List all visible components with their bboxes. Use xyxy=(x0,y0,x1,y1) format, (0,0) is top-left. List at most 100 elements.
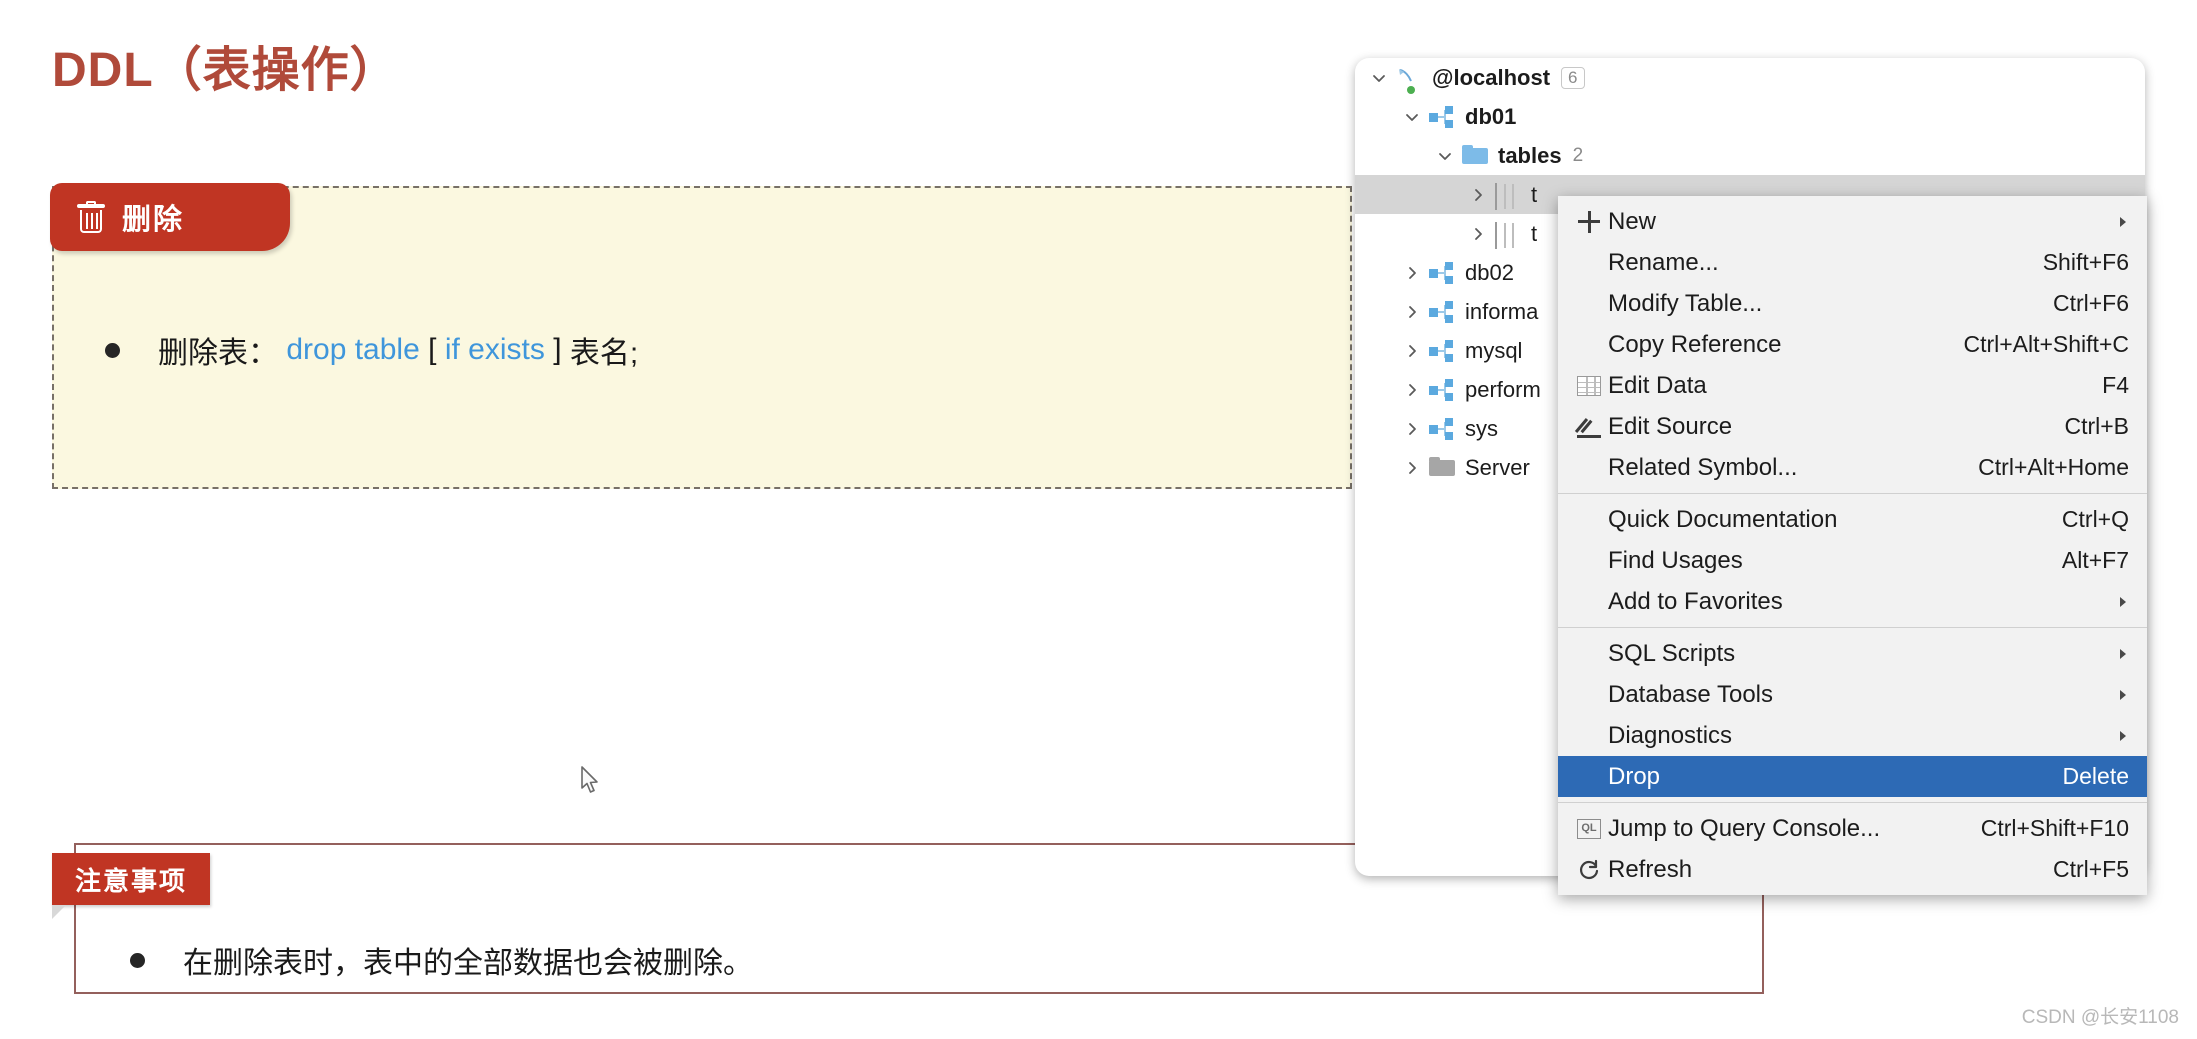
table-icon xyxy=(1570,375,1608,396)
menu-item-new[interactable]: New xyxy=(1558,201,2147,242)
menu-item-shortcut: Ctrl+F5 xyxy=(2052,856,2129,882)
menu-item-rename[interactable]: Rename... Shift+F6 xyxy=(1558,242,2147,283)
menu-item-shortcut: Shift+F6 xyxy=(2042,249,2129,275)
menu-item-label: Copy Reference xyxy=(1608,330,1782,358)
mouse-cursor-icon xyxy=(581,766,598,793)
note-bullet-text: 在删除表时，表中的全部数据也会被删除。 xyxy=(183,947,753,980)
chevron-down-icon[interactable] xyxy=(1402,107,1422,127)
menu-item-find-usages[interactable]: Find Usages Alt+F7 xyxy=(1558,540,2147,581)
syntax-prefix: 删除表： xyxy=(158,337,278,370)
menu-item-shortcut: Ctrl+Alt+Shift+C xyxy=(1963,331,2129,357)
menu-item-label: Add to Favorites xyxy=(1608,587,1783,615)
trash-icon xyxy=(76,200,106,234)
bullet-dot xyxy=(130,952,145,968)
menu-item-label: Diagnostics xyxy=(1608,721,1733,749)
menu-item-label: Drop xyxy=(1608,762,1661,790)
tree-row[interactable]: @localhost 6 xyxy=(1355,58,2145,97)
page-title: DDL（表操作） xyxy=(52,44,399,97)
menu-item-shortcut: F4 xyxy=(2102,372,2129,398)
menu-item-modify-table[interactable]: Modify Table... Ctrl+F6 xyxy=(1558,283,2147,324)
context-menu[interactable]: New Rename... Shift+F6 Modify Table... Ctrl+… xyxy=(1558,196,2147,895)
chevron-right-icon[interactable] xyxy=(1468,185,1488,205)
menu-item-label: New xyxy=(1608,207,1657,235)
chevron-right-icon[interactable] xyxy=(1402,458,1422,478)
tree-row-count: 6 xyxy=(1561,66,1585,89)
menu-item-edit-data[interactable]: Edit Data F4 xyxy=(1558,365,2147,406)
chevron-down-icon[interactable] xyxy=(1369,68,1389,88)
menu-item-quick-documentation[interactable]: Quick Documentation Ctrl+Q xyxy=(1558,499,2147,540)
menu-item-shortcut: Ctrl+Shift+F10 xyxy=(1980,815,2129,841)
tree-row-label: sys xyxy=(1465,415,1498,441)
table-icon xyxy=(1495,182,1520,210)
tree-row-label: mysql xyxy=(1465,337,1523,363)
tree-row[interactable]: db01 xyxy=(1355,97,2145,136)
menu-item-label: Edit Source xyxy=(1608,412,1733,440)
tree-row-label: @localhost xyxy=(1432,64,1551,90)
note-card-ribbon: 注意事项 xyxy=(52,853,210,919)
chevron-down-icon[interactable] xyxy=(1435,146,1455,166)
menu-item-label: Modify Table... xyxy=(1608,289,1763,317)
menu-item-label: Related Symbol... xyxy=(1608,453,1798,481)
schema-icon xyxy=(1429,378,1454,401)
menu-item-label: SQL Scripts xyxy=(1608,639,1736,667)
tree-row-label: tables xyxy=(1498,142,1562,168)
pencil-icon xyxy=(1570,416,1608,438)
menu-item-add-to-favorites[interactable]: Add to Favorites xyxy=(1558,581,2147,622)
menu-item-shortcut: Ctrl+B xyxy=(2064,413,2129,439)
chevron-right-icon xyxy=(2117,640,2129,668)
menu-item-shortcut: Ctrl+F6 xyxy=(2052,290,2129,316)
menu-item-shortcut: Ctrl+Q xyxy=(2061,506,2129,532)
syntax-suffix: 表名; xyxy=(569,337,639,370)
chevron-right-icon[interactable] xyxy=(1402,302,1422,322)
schema-icon xyxy=(1429,417,1454,440)
menu-item-database-tools[interactable]: Database Tools xyxy=(1558,674,2147,715)
chevron-right-icon[interactable] xyxy=(1402,419,1422,439)
tree-row[interactable]: tables 2 xyxy=(1355,136,2145,175)
tree-row-label: db01 xyxy=(1465,103,1517,129)
menu-item-refresh[interactable]: Refresh Ctrl+F5 xyxy=(1558,849,2147,890)
folder-icon xyxy=(1462,144,1488,167)
menu-item-related-symbol[interactable]: Related Symbol... Ctrl+Alt+Home xyxy=(1558,447,2147,488)
tree-row-label: db02 xyxy=(1465,259,1514,285)
menu-item-shortcut: Alt+F7 xyxy=(2061,547,2129,573)
schema-icon xyxy=(1429,105,1454,128)
chevron-right-icon xyxy=(2117,588,2129,616)
tree-row-label: informa xyxy=(1465,298,1539,324)
menu-item-edit-source[interactable]: Edit Source Ctrl+B xyxy=(1558,406,2147,447)
ql-icon: QL xyxy=(1570,818,1608,839)
chevron-right-icon xyxy=(2117,681,2129,709)
datasource-icon xyxy=(1396,67,1421,94)
chevron-right-icon xyxy=(2117,208,2129,236)
syntax-bracket-close: ] xyxy=(553,333,562,366)
watermark: CSDN @长安1108 xyxy=(2021,1007,2179,1028)
chevron-right-icon xyxy=(2117,722,2129,750)
menu-separator xyxy=(1558,802,2147,803)
syntax-card-ribbon: 删除 xyxy=(50,183,290,251)
chevron-right-icon[interactable] xyxy=(1402,380,1422,400)
menu-item-label: Rename... xyxy=(1608,248,1719,276)
menu-item-label: Jump to Query Console... xyxy=(1608,814,1881,842)
plus-icon xyxy=(1570,210,1608,233)
menu-separator xyxy=(1558,493,2147,494)
menu-item-drop[interactable]: Drop Delete xyxy=(1558,756,2147,797)
chevron-right-icon[interactable] xyxy=(1402,341,1422,361)
menu-item-copy-reference[interactable]: Copy Reference Ctrl+Alt+Shift+C xyxy=(1558,324,2147,365)
menu-item-shortcut: Delete xyxy=(2062,763,2129,789)
menu-item-sql-scripts[interactable]: SQL Scripts xyxy=(1558,633,2147,674)
tree-row-count: 2 xyxy=(1572,144,1584,166)
syntax-bracket-open: [ xyxy=(428,333,437,366)
note-ribbon-label: 注意事项 xyxy=(74,865,187,896)
chevron-right-icon[interactable] xyxy=(1402,263,1422,283)
schema-icon xyxy=(1429,261,1454,284)
tree-row-label: Server xyxy=(1465,454,1530,480)
tree-row-label: t xyxy=(1531,220,1538,246)
menu-item-diagnostics[interactable]: Diagnostics xyxy=(1558,715,2147,756)
note-bullet-line: 在删除表时，表中的全部数据也会被删除。 xyxy=(130,938,753,982)
schema-icon xyxy=(1429,300,1454,323)
chevron-right-icon[interactable] xyxy=(1468,224,1488,244)
menu-item-label: Refresh xyxy=(1608,855,1693,883)
menu-item-label: Find Usages xyxy=(1608,546,1743,574)
menu-item-jump-to-query-console[interactable]: QL Jump to Query Console... Ctrl+Shift+F10 xyxy=(1558,808,2147,849)
syntax-keyword: drop table xyxy=(286,333,420,366)
menu-item-label: Database Tools xyxy=(1608,680,1773,708)
